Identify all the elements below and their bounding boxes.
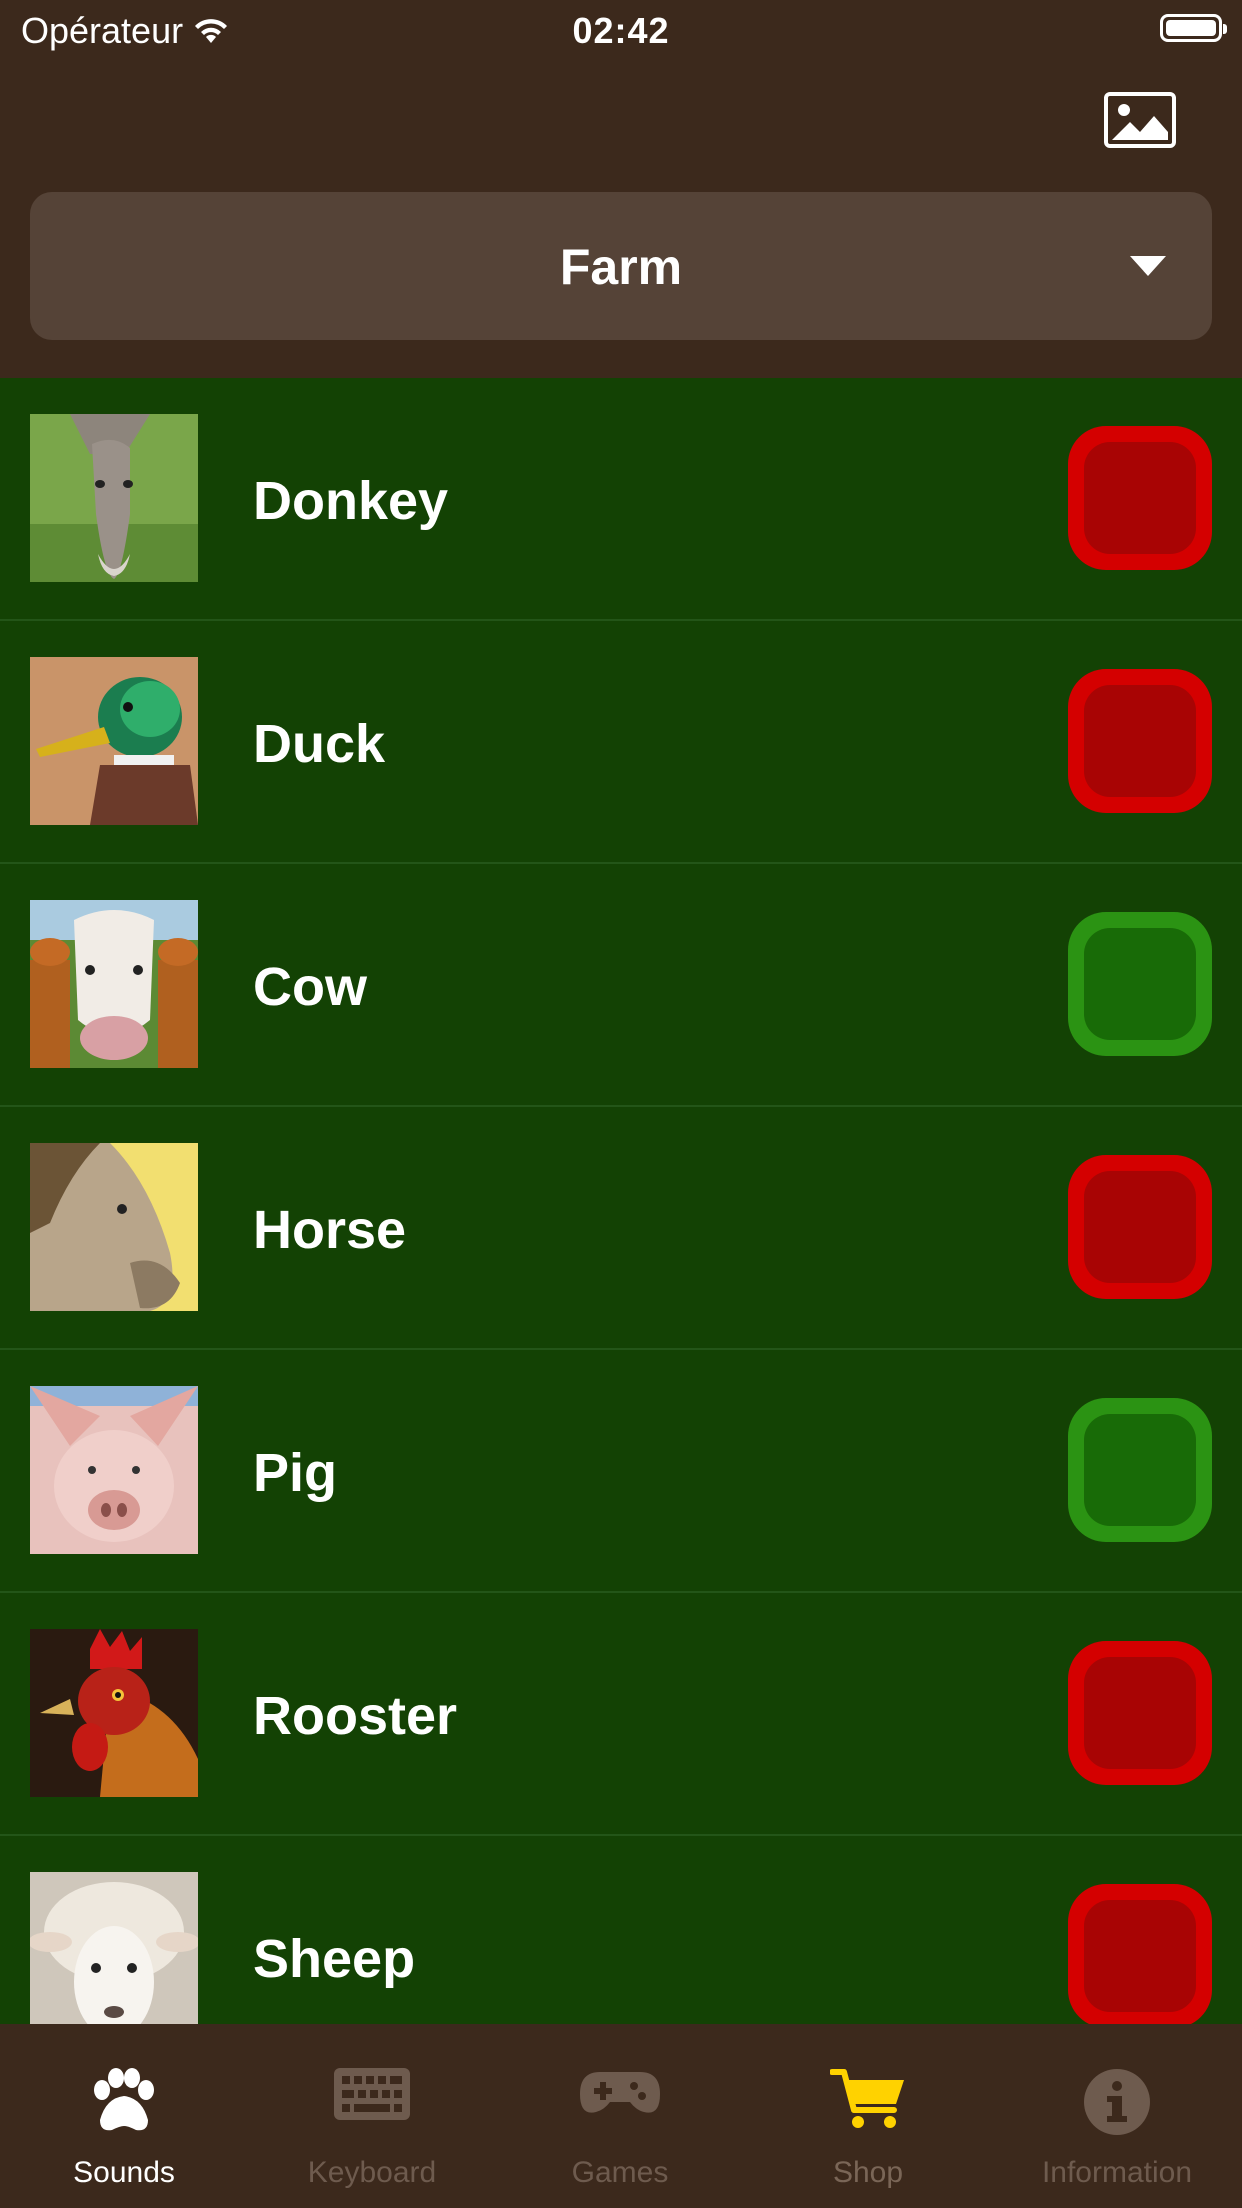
animal-list[interactable]: Donkey Duck Cow Horse Pig Rooster Sheep bbox=[0, 378, 1242, 2024]
image-icon[interactable] bbox=[1104, 92, 1176, 148]
tab-keyboard[interactable]: Keyboard bbox=[248, 2024, 496, 2208]
category-dropdown[interactable]: Farm bbox=[30, 192, 1212, 340]
animal-label: Duck bbox=[253, 714, 386, 774]
category-label: Farm bbox=[559, 239, 683, 295]
animal-label: Pig bbox=[253, 1443, 338, 1503]
sound-toggle[interactable] bbox=[1068, 912, 1212, 1056]
tab-shop[interactable]: Shop bbox=[744, 2024, 992, 2208]
duck-image bbox=[30, 657, 198, 825]
tab-label: Shop bbox=[832, 2156, 904, 2189]
tab-label: Games bbox=[571, 2156, 669, 2189]
list-item-rooster[interactable]: Rooster bbox=[0, 1593, 1242, 1836]
list-item-cow[interactable]: Cow bbox=[0, 864, 1242, 1107]
list-item-pig[interactable]: Pig bbox=[0, 1350, 1242, 1593]
info-icon bbox=[992, 2068, 1242, 2140]
battery-icon bbox=[1160, 14, 1227, 42]
tab-label: Sounds bbox=[73, 2156, 175, 2189]
donkey-image bbox=[30, 414, 198, 582]
animal-label: Sheep bbox=[253, 1929, 416, 1989]
header: Farm bbox=[0, 62, 1242, 378]
paw-icon bbox=[0, 2068, 248, 2140]
pig-image bbox=[30, 1386, 198, 1554]
tab-bar: Sounds Keyboard Games Shop Information bbox=[0, 2024, 1242, 2208]
list-item-sheep[interactable]: Sheep bbox=[0, 1836, 1242, 2024]
keyboard-icon bbox=[248, 2068, 496, 2140]
animal-label: Horse bbox=[253, 1200, 407, 1260]
sound-toggle[interactable] bbox=[1068, 669, 1212, 813]
horse-image bbox=[30, 1143, 198, 1311]
tab-sounds[interactable]: Sounds bbox=[0, 2024, 248, 2208]
sound-toggle[interactable] bbox=[1068, 1884, 1212, 2024]
status-bar: Opérateur 02:42 bbox=[0, 0, 1242, 62]
gamepad-icon bbox=[496, 2068, 744, 2140]
sound-toggle[interactable] bbox=[1068, 1641, 1212, 1785]
animal-label: Cow bbox=[253, 957, 367, 1017]
tab-label: Keyboard bbox=[307, 2156, 437, 2189]
list-item-duck[interactable]: Duck bbox=[0, 621, 1242, 864]
sound-toggle[interactable] bbox=[1068, 426, 1212, 570]
animal-label: Rooster bbox=[253, 1686, 458, 1746]
rooster-image bbox=[30, 1629, 198, 1797]
tab-label: Information bbox=[1041, 2156, 1193, 2189]
animal-label: Donkey bbox=[253, 471, 449, 531]
caret-down-icon bbox=[1130, 256, 1166, 276]
cow-image bbox=[30, 900, 198, 1068]
tab-information[interactable]: Information bbox=[992, 2024, 1242, 2208]
tab-games[interactable]: Games bbox=[496, 2024, 744, 2208]
sheep-image bbox=[30, 1872, 198, 2024]
cart-icon bbox=[744, 2068, 992, 2140]
sound-toggle[interactable] bbox=[1068, 1155, 1212, 1299]
list-item-donkey[interactable]: Donkey bbox=[0, 378, 1242, 621]
status-time: 02:42 bbox=[572, 10, 670, 51]
list-item-horse[interactable]: Horse bbox=[0, 1107, 1242, 1350]
sound-toggle[interactable] bbox=[1068, 1398, 1212, 1542]
